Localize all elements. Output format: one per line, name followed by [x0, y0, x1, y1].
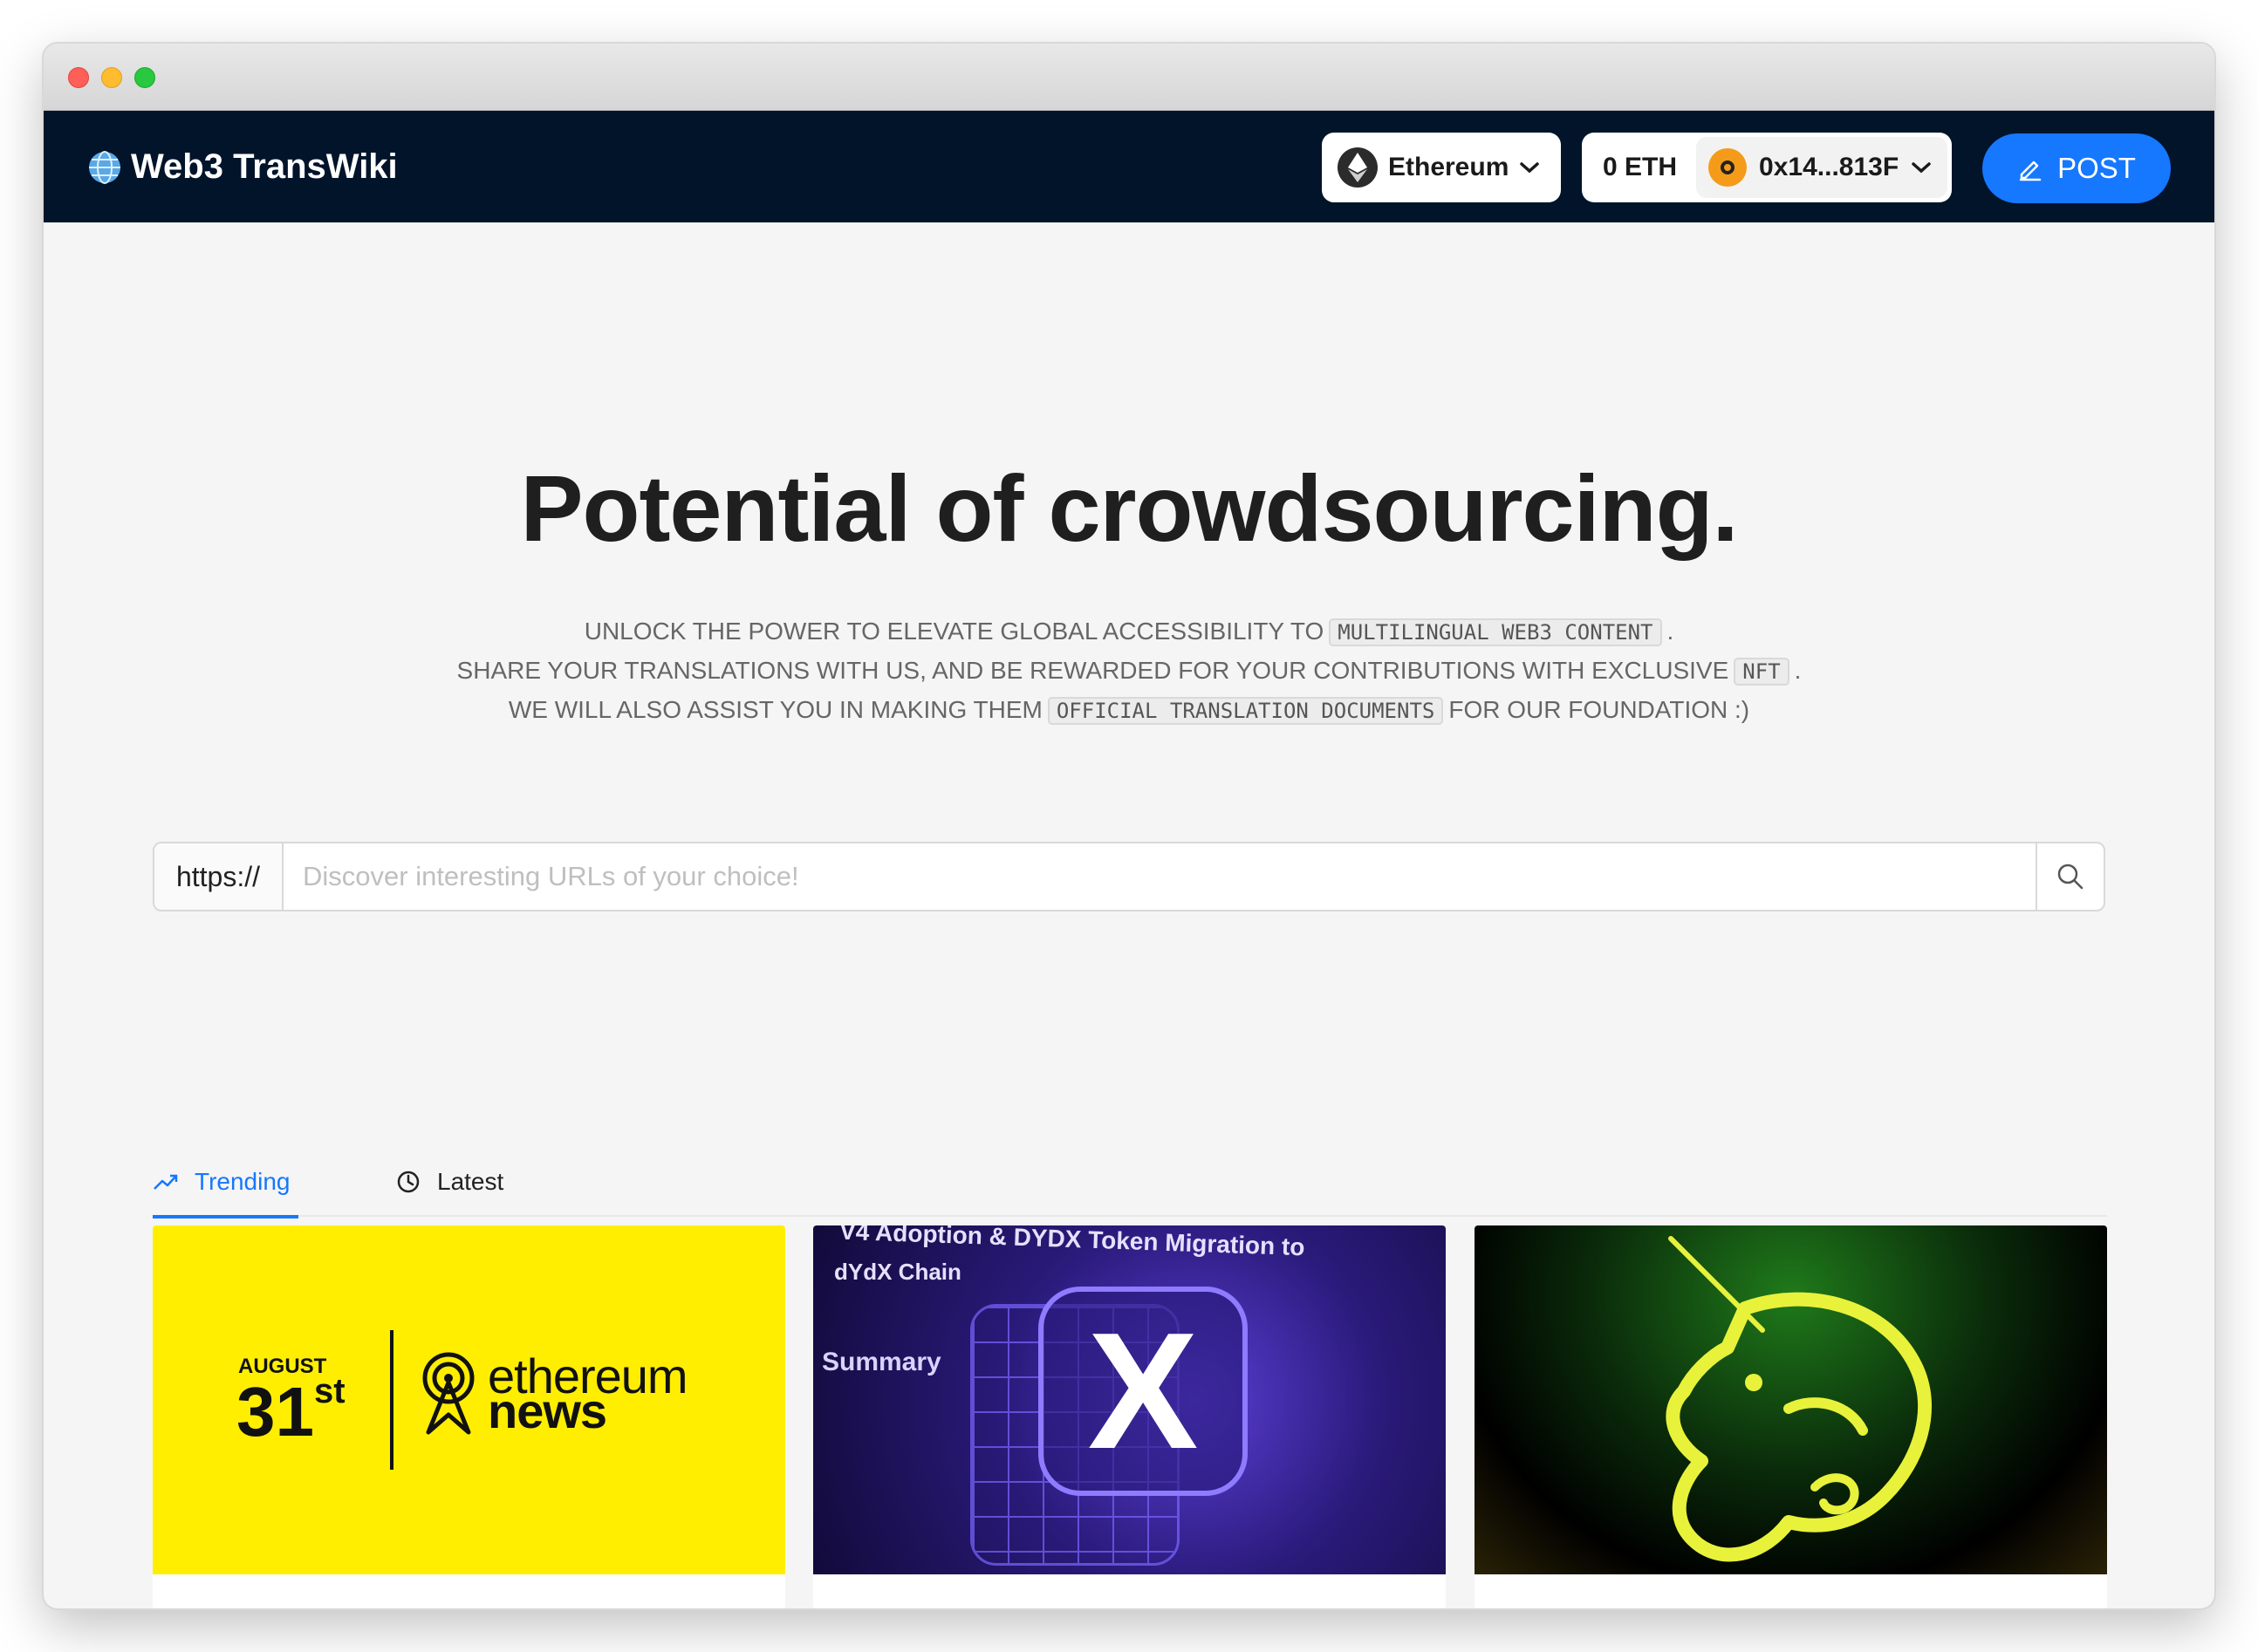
network-name: Ethereum	[1388, 153, 1509, 181]
tab-trending-label: Trending	[195, 1168, 291, 1195]
url-search-bar: https://	[153, 842, 2105, 911]
post-label: POST	[2057, 152, 2136, 184]
globe-icon	[89, 150, 120, 184]
code-official-docs: OFFICIAL TRANSLATION DOCUMENTS	[1047, 697, 1444, 725]
eth-balance: 0 ETH	[1603, 153, 1678, 181]
wallet-button[interactable]: 0 ETH 0x14...813F	[1582, 133, 1952, 202]
clock-icon	[397, 1171, 420, 1193]
account-avatar-icon	[1708, 148, 1748, 187]
broadcast-tower-icon	[422, 1352, 475, 1435]
trending-up-icon	[154, 1174, 178, 1190]
hero-line-2: SHARE YOUR TRANSLATIONS WITH US, AND BE …	[44, 652, 2214, 691]
chevron-down-icon	[1912, 162, 1931, 174]
browser-window: Web3 TransWiki Ethereum 0 ETH 0x14...813…	[44, 44, 2214, 1608]
feed-tabs: Trending Latest	[153, 1147, 2107, 1219]
account-address: 0x14...813F	[1759, 153, 1899, 181]
cover-day-number: 31	[236, 1373, 314, 1451]
chevron-down-icon	[1520, 162, 1540, 174]
card-cover-ethereum-news: AUGUST 31st ethereum news	[153, 1225, 785, 1574]
post-card[interactable]: V4 Adoption & DYDX Token Migration to dY…	[813, 1225, 1446, 1608]
hero-line-2-end: .	[1794, 657, 1802, 684]
card-footer	[153, 1574, 785, 1608]
url-search-input[interactable]	[284, 843, 2036, 910]
unicorn-icon	[1666, 1236, 1932, 1562]
card-cover-dydx: V4 Adoption & DYDX Token Migration to dY…	[813, 1225, 1446, 1574]
tab-latest[interactable]: Latest	[395, 1147, 503, 1217]
maximize-window-button[interactable]	[134, 67, 155, 88]
account-selector[interactable]: 0x14...813F	[1696, 137, 1947, 198]
window-titlebar	[44, 44, 2214, 111]
tab-trending[interactable]: Trending	[153, 1147, 298, 1219]
close-window-button[interactable]	[68, 67, 89, 88]
edit-icon	[2019, 160, 2042, 181]
hero-line-2-text: SHARE YOUR TRANSLATIONS WITH US, AND BE …	[456, 657, 1729, 684]
post-button[interactable]: POST	[1982, 133, 2171, 203]
hero-description: UNLOCK THE POWER TO ELEVATE GLOBAL ACCES…	[44, 612, 2214, 730]
cover-divider	[390, 1330, 393, 1470]
code-nft: NFT	[1734, 658, 1789, 686]
cover-brand-line2: news	[488, 1383, 607, 1438]
brand-logo[interactable]: Web3 TransWiki	[87, 147, 398, 187]
cover-heading: V4 Adoption & DYDX Token Migration to	[838, 1225, 1305, 1261]
hero-line-1-text: UNLOCK THE POWER TO ELEVATE GLOBAL ACCES…	[584, 618, 1324, 645]
card-footer	[1475, 1574, 2107, 1608]
cover-summary: Summary	[822, 1348, 941, 1376]
dydx-logo: X	[1038, 1287, 1248, 1496]
hero-line-3: WE WILL ALSO ASSIST YOU IN MAKING THEM OF…	[44, 691, 2214, 730]
top-navbar: Web3 TransWiki Ethereum 0 ETH 0x14...813…	[44, 111, 2214, 222]
hero-line-3-text: WE WILL ALSO ASSIST YOU IN MAKING THEM	[508, 696, 1043, 723]
ethereum-icon	[1338, 147, 1378, 188]
code-multilingual: MULTILINGUAL WEB3 CONTENT	[1329, 618, 1662, 646]
url-prefix: https://	[154, 843, 284, 910]
hero-line-3-end: FOR OUR FOUNDATION :)	[1448, 696, 1750, 723]
cover-day: 31st	[236, 1372, 346, 1452]
post-card[interactable]	[1475, 1225, 2107, 1608]
brand-name: Web3 TransWiki	[131, 147, 398, 186]
hero-line-1-end: .	[1666, 618, 1674, 645]
post-card[interactable]: AUGUST 31st ethereum news	[153, 1225, 785, 1608]
cover-day-suffix: st	[313, 1372, 346, 1410]
card-footer	[813, 1574, 1446, 1608]
minimize-window-button[interactable]	[101, 67, 122, 88]
cover-subheading: dYdX Chain	[834, 1259, 961, 1285]
hero-line-1: UNLOCK THE POWER TO ELEVATE GLOBAL ACCES…	[44, 612, 2214, 652]
hero-title: Potential of crowdsourcing.	[520, 455, 1738, 561]
network-selector[interactable]: Ethereum	[1322, 133, 1561, 202]
tab-latest-label: Latest	[437, 1168, 504, 1195]
search-button[interactable]	[2036, 843, 2104, 910]
card-cover-uniswap	[1475, 1225, 2107, 1574]
search-icon	[2057, 864, 2084, 890]
